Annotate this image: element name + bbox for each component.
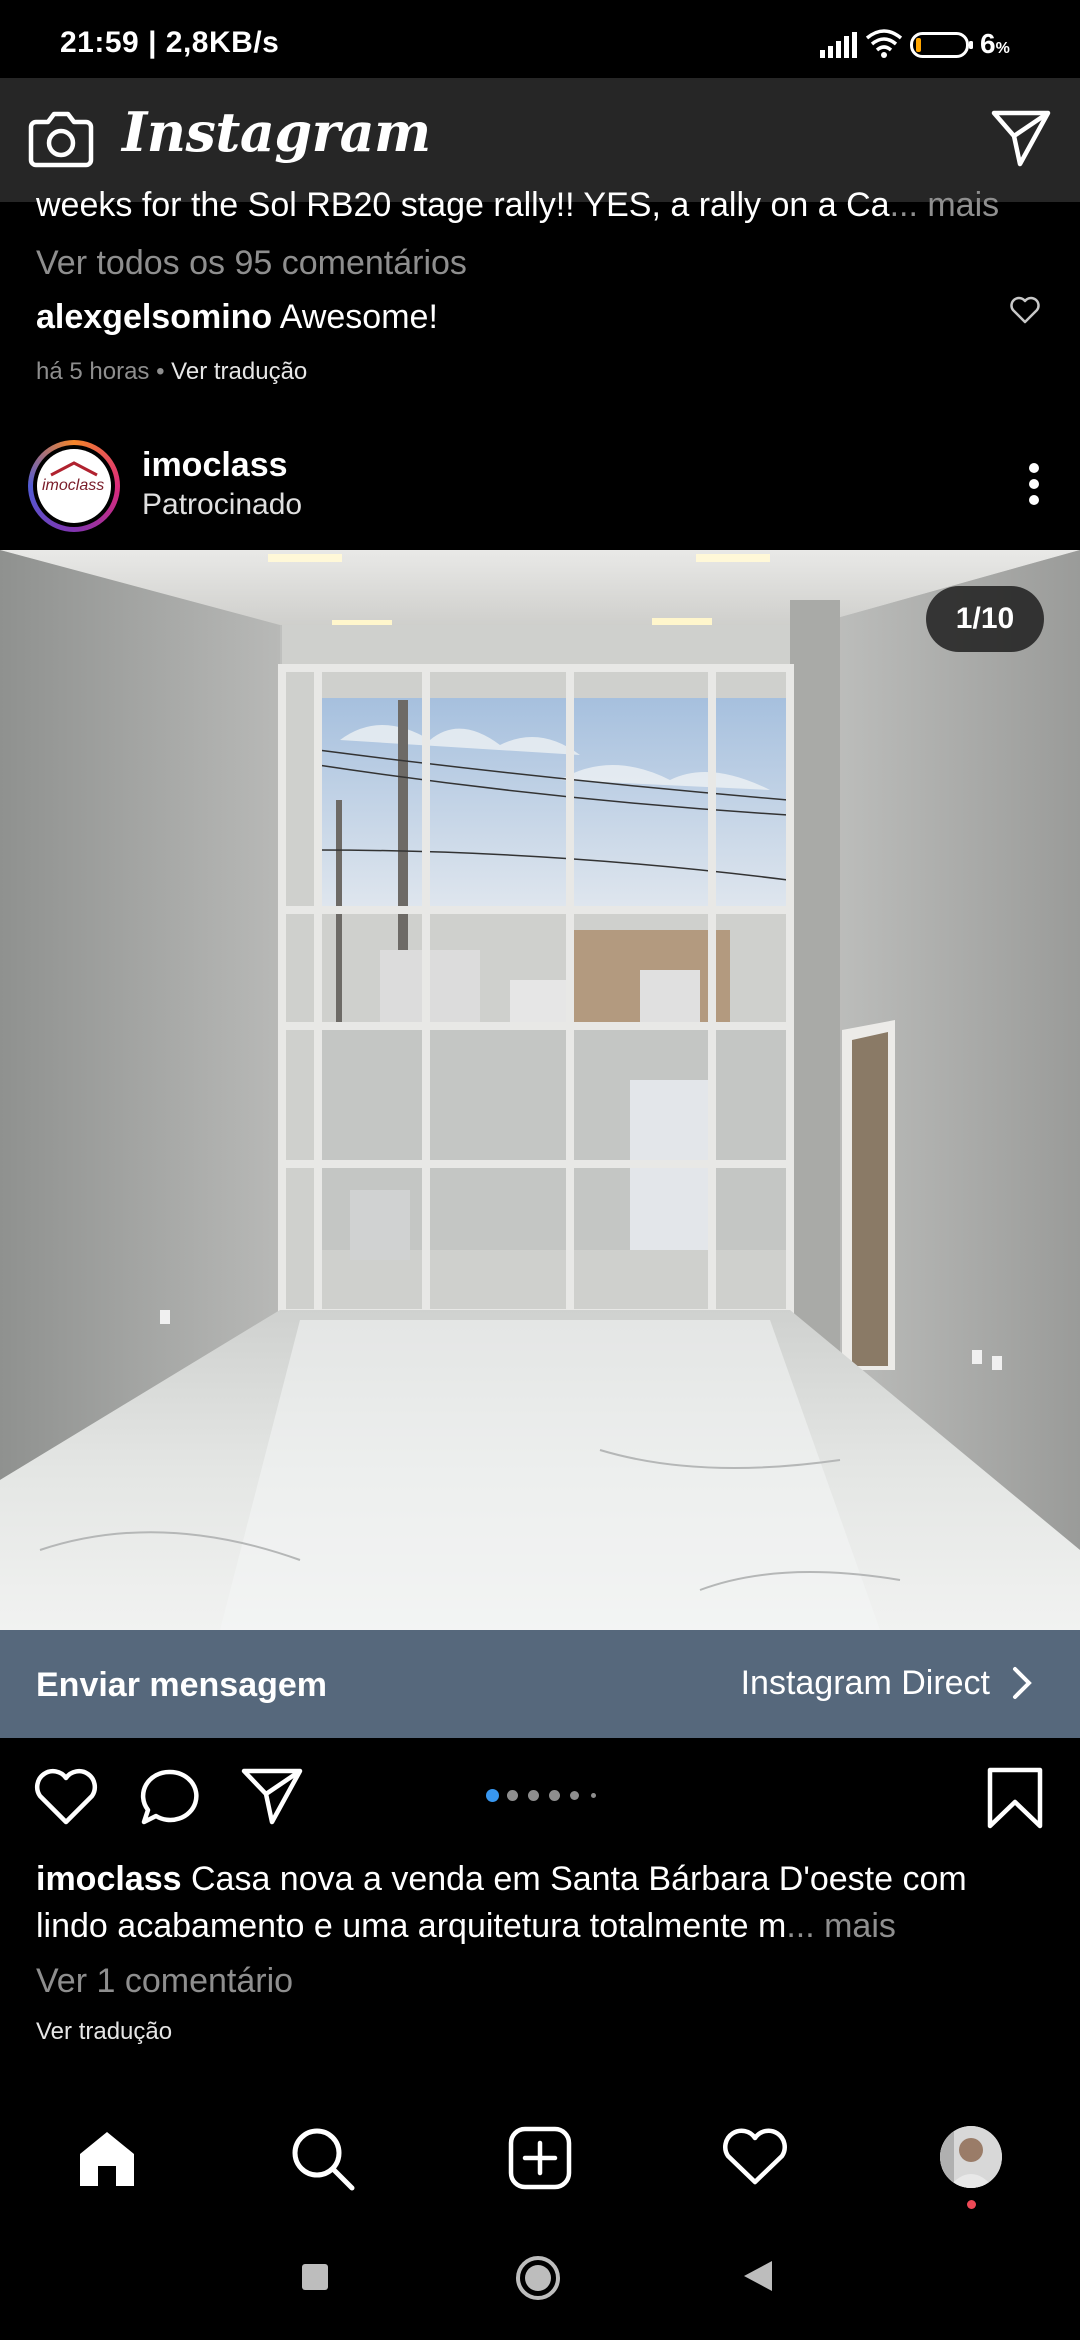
profile-avatar[interactable] [940,2126,1002,2188]
camera-icon[interactable] [28,108,94,170]
battery-unit: % [995,40,1010,57]
previous-post-caption: weeks for the Sol RB20 stage rally!! YES… [36,186,1046,225]
profile-photo [940,2126,1002,2188]
carousel-dot [570,1790,579,1800]
share-icon[interactable] [240,1766,304,1826]
comment-username[interactable]: alexgelsomino [36,298,272,336]
carousel-dot [528,1789,539,1801]
post-avatar[interactable]: imoclass [28,440,120,532]
chevron-right-icon [1013,1667,1032,1699]
heart-icon[interactable] [34,1768,98,1826]
caption-username[interactable]: imoclass [36,1860,182,1898]
comment-item: alexgelsomino Awesome! [36,298,438,337]
add-post-icon[interactable] [508,2126,572,2190]
notification-dot [967,2200,976,2209]
view-comments-link[interactable]: Ver 1 comentário [36,1962,293,2001]
carousel-dot [549,1789,560,1801]
cta-bar[interactable]: Enviar mensagem Instagram Direct [0,1630,1080,1738]
view-all-comments-link[interactable]: Ver todos os 95 comentários [36,244,467,283]
carousel-dot [507,1789,518,1801]
app-header: Instagram [0,78,1080,202]
battery-level: 6% [980,28,1010,60]
comment-timestamp: há 5 horas [36,358,150,385]
send-message-cta[interactable]: Enviar mensagem [36,1666,327,1705]
bottom-navigation [0,2104,1080,2210]
activity-heart-icon[interactable] [722,2128,788,2186]
recents-icon[interactable] [300,2262,330,2292]
battery-icon [910,32,973,58]
instagram-direct-cta[interactable]: Instagram Direct [741,1664,990,1703]
translate-link[interactable]: Ver tradução [171,358,307,385]
status-time: 21:59 | 2,8KB/s [60,26,280,59]
comment-like-icon[interactable] [1010,296,1040,324]
post-caption: imoclass Casa nova a venda em Santa Bárb… [36,1856,1046,1950]
house-roof-icon [50,461,98,477]
post-username[interactable]: imoclass [142,446,288,485]
search-icon[interactable] [290,2126,356,2192]
meta-separator: • [156,358,165,385]
previous-caption-more-link[interactable]: ... mais [890,186,1000,224]
sponsored-label: Patrocinado [142,488,303,521]
back-icon[interactable] [740,2258,776,2294]
carousel-dot [591,1792,596,1798]
translate-link[interactable]: Ver tradução [36,2018,172,2046]
comment-meta: há 5 horas • Ver tradução [36,358,307,386]
home-icon[interactable] [76,2128,138,2188]
direct-message-icon[interactable] [990,108,1052,168]
slide-counter: 1/10 [926,586,1044,652]
signal-icon [820,32,857,58]
caption-more-link[interactable]: ... mais [786,1907,896,1945]
room-interior-image [0,550,1080,1630]
comment-text: Awesome! [279,298,438,336]
more-options-icon[interactable] [1028,462,1040,506]
post-photo[interactable] [0,550,1080,1630]
avatar-logo-text: imoclass [42,477,105,494]
bookmark-icon[interactable] [986,1766,1044,1830]
carousel-dot [486,1788,499,1802]
wifi-icon [865,29,903,58]
instagram-logo: Instagram [122,100,431,164]
status-bar: 21:59 | 2,8KB/s 6% [0,0,1080,78]
system-navigation-bar [0,2210,1080,2340]
battery-value: 6 [980,28,996,59]
comment-icon[interactable] [138,1766,202,1828]
home-circle-icon[interactable] [514,2254,562,2302]
previous-caption-text: weeks for the Sol RB20 stage rally!! YES… [36,186,890,224]
